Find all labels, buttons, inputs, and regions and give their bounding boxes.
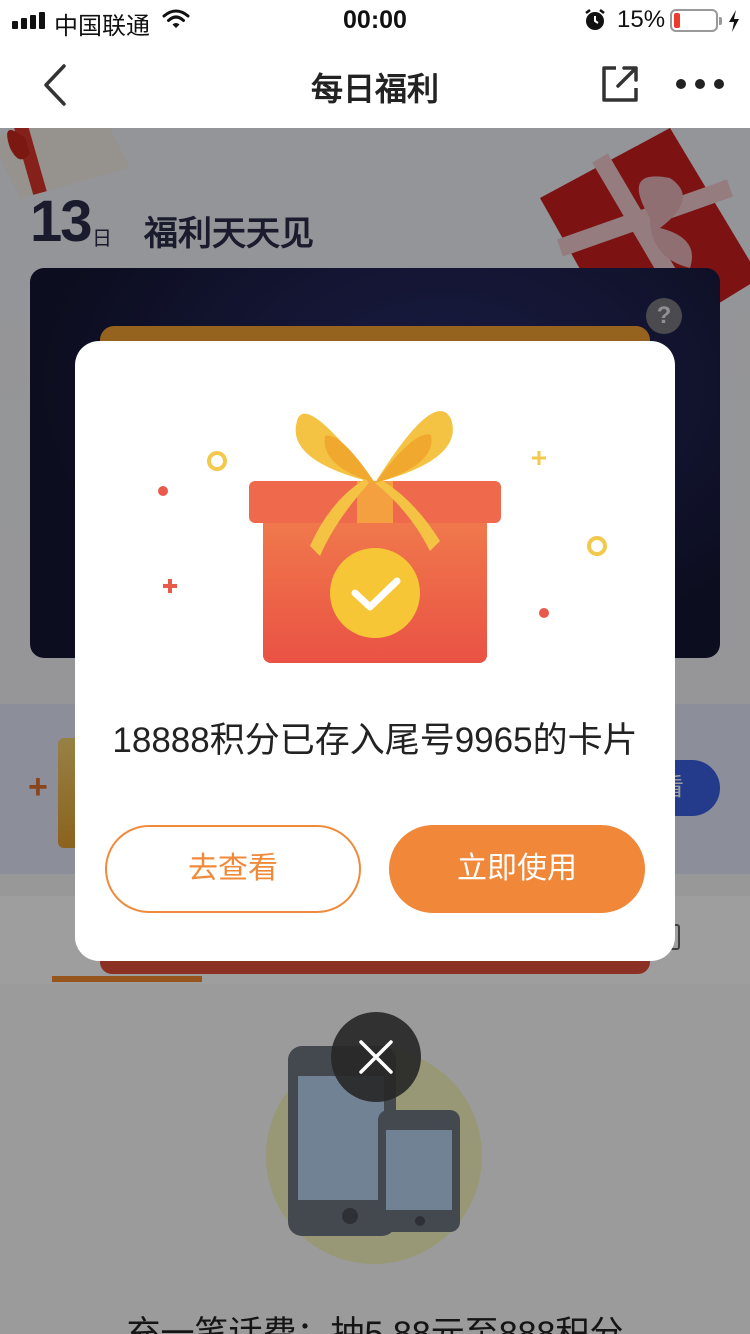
- nav-bar: 每日福利: [0, 42, 750, 128]
- use-now-button[interactable]: 立即使用: [389, 825, 645, 913]
- status-bar: 中国联通 00:00 15%: [0, 0, 750, 42]
- battery-percent: 15%: [617, 6, 666, 33]
- charging-icon: [729, 10, 739, 32]
- view-button[interactable]: 去查看: [105, 825, 361, 913]
- more-button[interactable]: [676, 72, 724, 96]
- dialog-message: 18888积分已存入尾号9965的卡片: [112, 721, 638, 760]
- share-button[interactable]: [598, 62, 642, 106]
- close-icon: [359, 1040, 393, 1074]
- battery-icon: [670, 9, 722, 32]
- alarm-icon: [585, 9, 605, 30]
- share-icon: [602, 66, 638, 102]
- reward-dialog: 18888积分已存入尾号9965的卡片 去查看 立即使用: [75, 341, 675, 961]
- gift-icon: [158, 411, 607, 663]
- more-icon: [676, 79, 686, 89]
- close-dialog-button[interactable]: [331, 1012, 421, 1102]
